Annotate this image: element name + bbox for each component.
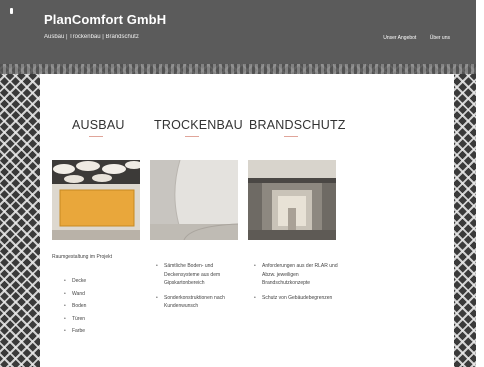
image-brandschutz — [248, 160, 336, 240]
nav-item-ueber-uns[interactable]: Über uns — [430, 35, 450, 41]
heading-brandschutz: BRANDSCHUTZ — [249, 118, 346, 132]
list-item: Schutz von Gebäudebegrenzen — [254, 294, 338, 303]
header-border — [0, 64, 484, 74]
site-tagline: Ausbau | Trockenbau | Brandschutz — [44, 34, 139, 40]
right-edge — [476, 0, 484, 367]
heading-trockenbau: TROCKENBAU — [154, 118, 243, 132]
image-trockenbau — [150, 160, 238, 240]
intro-text: Raumgestaltung im Projekt — [52, 254, 113, 260]
list-item: Türen — [64, 316, 86, 329]
list-item: Boden — [64, 303, 86, 316]
nav-item-angebot[interactable]: Unser Angebot — [383, 35, 416, 41]
image-ausbau — [52, 160, 140, 240]
list-item: Anforderungen aus der RLAR und Abzw. jew… — [254, 262, 338, 288]
site-header: PlanComfort GmbH Ausbau | Trockenbau | B… — [0, 0, 484, 64]
heading-ausbau: AUSBAU — [72, 118, 125, 132]
list-item: Sonderkonstruktionen nach Kundenwunsch — [156, 294, 240, 311]
brand[interactable]: PlanComfort GmbH Ausbau | Trockenbau | B… — [44, 12, 166, 40]
main-nav: Unser Angebot Über uns — [371, 35, 450, 41]
menu-marker-icon[interactable] — [10, 8, 13, 14]
heading-divider — [284, 136, 298, 137]
main-content: AUSBAU Raumgestaltung im Projekt Decke W… — [40, 74, 454, 367]
list-item: Decke — [64, 278, 86, 291]
heading-divider — [89, 136, 103, 137]
list-ausbau: Decke Wand Boden Türen Farbe — [64, 278, 86, 341]
list-brandschutz: Anforderungen aus der RLAR und Abzw. jew… — [254, 262, 338, 308]
list-item: Farbe — [64, 328, 86, 341]
heading-divider — [185, 136, 199, 137]
list-trockenbau: Sämtliche Boden- und Deckensysteme aus d… — [156, 262, 240, 317]
list-item: Wand — [64, 291, 86, 304]
site-title[interactable]: PlanComfort GmbH — [44, 12, 166, 27]
list-item: Sämtliche Boden- und Deckensysteme aus d… — [156, 262, 240, 288]
